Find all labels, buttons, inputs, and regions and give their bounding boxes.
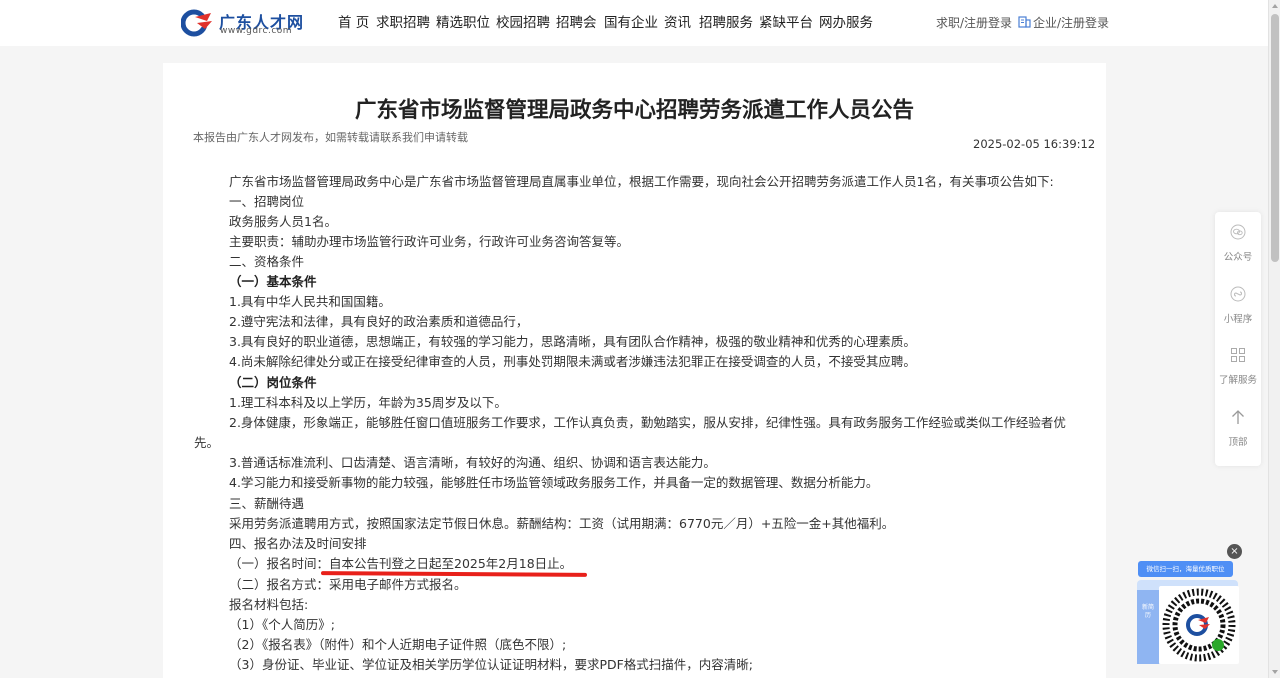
qr-banner: 微信扫一扫，海量优质职位: [1138, 561, 1233, 577]
side-label-mini-program: 小程序: [1223, 314, 1253, 325]
article-registration-time: （一）报名时间：自本公告刊登之日起至2025年2月18日止。: [229, 556, 573, 571]
side-label-official-account: 公众号: [1223, 252, 1253, 263]
scroll-thumb[interactable]: [1271, 14, 1279, 262]
mini-program-icon: [1230, 286, 1246, 302]
nav-home[interactable]: 首 页: [338, 13, 369, 33]
article-paragraph: 采用劳务派遣聘用方式，按照国家法定节假日休息。薪酬结构：工资（试用期满：6770…: [229, 516, 895, 531]
article-paragraph: 主要职责：辅助办理市场监管行政许可业务，行政许可业务咨询答复等。: [229, 234, 630, 249]
grid-icon: [1231, 348, 1245, 362]
qr-code-popup: × 微信扫一扫，海量优质职位 新简历: [1136, 544, 1246, 668]
qr-side-text: 新简历: [1141, 604, 1154, 619]
article-list-item: 4.尚未解除纪律处分或正在接受纪律审查的人员，刑事处罚期限未满或者涉嫌违法犯罪正…: [229, 354, 916, 369]
company-login-label: 企业/注册登录: [1033, 16, 1110, 30]
article-subheading: （一）基本条件: [229, 274, 317, 289]
article-list-item-continuation: 先。: [194, 435, 220, 450]
page-scrollbar[interactable]: [1268, 0, 1280, 678]
nav-online-services[interactable]: 网办服务: [819, 13, 873, 33]
site-logo[interactable]: 广东人才网 www.gdrc.com: [181, 9, 303, 37]
scroll-up-arrow-icon[interactable]: [1272, 4, 1278, 8]
top-navigation-bar: 广东人才网 www.gdrc.com 首 页 求职招聘 精选职位 校园招聘 招聘…: [0, 0, 1268, 46]
article-paragraph: 广东省市场监督管理局政务中心是广东省市场监督管理局直属事业单位，根据工作需要，现…: [229, 174, 1054, 189]
arrow-up-icon: [1232, 410, 1244, 424]
nav-featured-jobs[interactable]: 精选职位: [436, 13, 490, 33]
article-list-item: 3.普通话标准流利、口齿清楚、语言清晰，有较好的沟通、组织、协调和语言表达能力。: [229, 455, 716, 470]
qr-code-image[interactable]: [1159, 586, 1239, 664]
nav-shortage-platform[interactable]: 紧缺平台: [759, 13, 813, 33]
article-list-item: （2）《报名表》（附件）和个人近期电子证件照（底色不限）;: [229, 637, 567, 652]
article-paragraph: 政务服务人员1名。: [229, 214, 337, 229]
nav-recruitment-services[interactable]: 招聘服务: [699, 13, 753, 33]
article-title: 广东省市场监督管理局政务中心招聘劳务派遣工作人员公告: [354, 98, 914, 123]
side-item-learn-services[interactable]: 了解服务: [1215, 335, 1261, 395]
article-card: 广东省市场监督管理局政务中心招聘劳务派遣工作人员公告 本报告由广东人才网发布，如…: [163, 63, 1106, 678]
side-label-back-to-top: 顶部: [1228, 437, 1248, 448]
article-list-item: （1）《个人简历》;: [229, 617, 335, 632]
company-login-link[interactable]: 企业/注册登录: [1018, 14, 1109, 32]
building-icon: [1018, 16, 1031, 28]
article-list-item: 1.理工科本科及以上学历，年龄为35周岁及以下。: [229, 395, 507, 410]
side-item-official-account[interactable]: 公众号: [1215, 212, 1261, 272]
qr-card: 新简历: [1137, 580, 1239, 664]
qr-side-strip: 新简历: [1137, 590, 1159, 664]
article-publish-date: 2025-02-05 16:39:12: [973, 137, 1096, 151]
side-item-back-to-top[interactable]: 顶部: [1215, 397, 1261, 457]
nav-campus-recruitment[interactable]: 校园招聘: [496, 13, 550, 33]
article-list-item: 2.身体健康，形象端正，能够胜任窗口值班服务工作要求，工作认真负责，勤勉踏实，服…: [229, 415, 1066, 430]
article-paragraph: 报名材料包括:: [229, 597, 309, 612]
article-section-heading: 一、招聘岗位: [229, 194, 305, 209]
wechat-icon: [1230, 224, 1246, 240]
side-label-learn-services: 了解服务: [1218, 375, 1257, 386]
nav-job-fairs[interactable]: 招聘会: [556, 13, 597, 33]
article-section-heading: 四、报名办法及时间安排: [229, 536, 367, 551]
article-subheading: （二）岗位条件: [229, 375, 317, 390]
nav-state-enterprises[interactable]: 国有企业: [604, 13, 658, 33]
article-source-note: 本报告由广东人才网发布，如需转载请联系我们申请转载: [193, 131, 468, 144]
article-list-item: 4.学习能力和接受新事物的能力较强，能够胜任市场监管领域政务服务工作，并具备一定…: [229, 475, 879, 490]
side-item-mini-program[interactable]: 小程序: [1215, 274, 1261, 334]
qr-code-icon: [1162, 588, 1236, 662]
nav-news[interactable]: 资讯: [664, 13, 691, 33]
job-seeker-login-link[interactable]: 求职/注册登录: [936, 14, 1012, 32]
article-section-heading: 三、薪酬待遇: [229, 496, 305, 511]
scroll-down-arrow-icon[interactable]: [1272, 670, 1278, 674]
article-section-heading: 二、资格条件: [229, 254, 305, 269]
article-registration-method: （二）报名方式：采用电子邮件方式报名。: [229, 577, 467, 592]
article-list-item: 3.具有良好的职业道德，思想端正，有较强的学习能力，思路清晰，具有团队合作精神，…: [229, 334, 916, 349]
logo-url: www.gdrc.com: [220, 26, 293, 36]
logo-mark-icon: [181, 9, 212, 37]
close-icon[interactable]: ×: [1227, 544, 1242, 559]
article-list-item: 2.遵守宪法和法律，具有良好的政治素质和道德品行，: [229, 314, 529, 329]
article-list-item: 1.具有中华人民共和国国籍。: [229, 294, 391, 309]
floating-side-panel: 公众号 小程序 了解服务 顶部: [1215, 212, 1261, 466]
nav-job-search[interactable]: 求职招聘: [376, 13, 430, 33]
article-list-item: （3）身份证、毕业证、学位证及相关学历学位认证证明材料，要求PDF格式扫描件，内…: [229, 657, 754, 672]
